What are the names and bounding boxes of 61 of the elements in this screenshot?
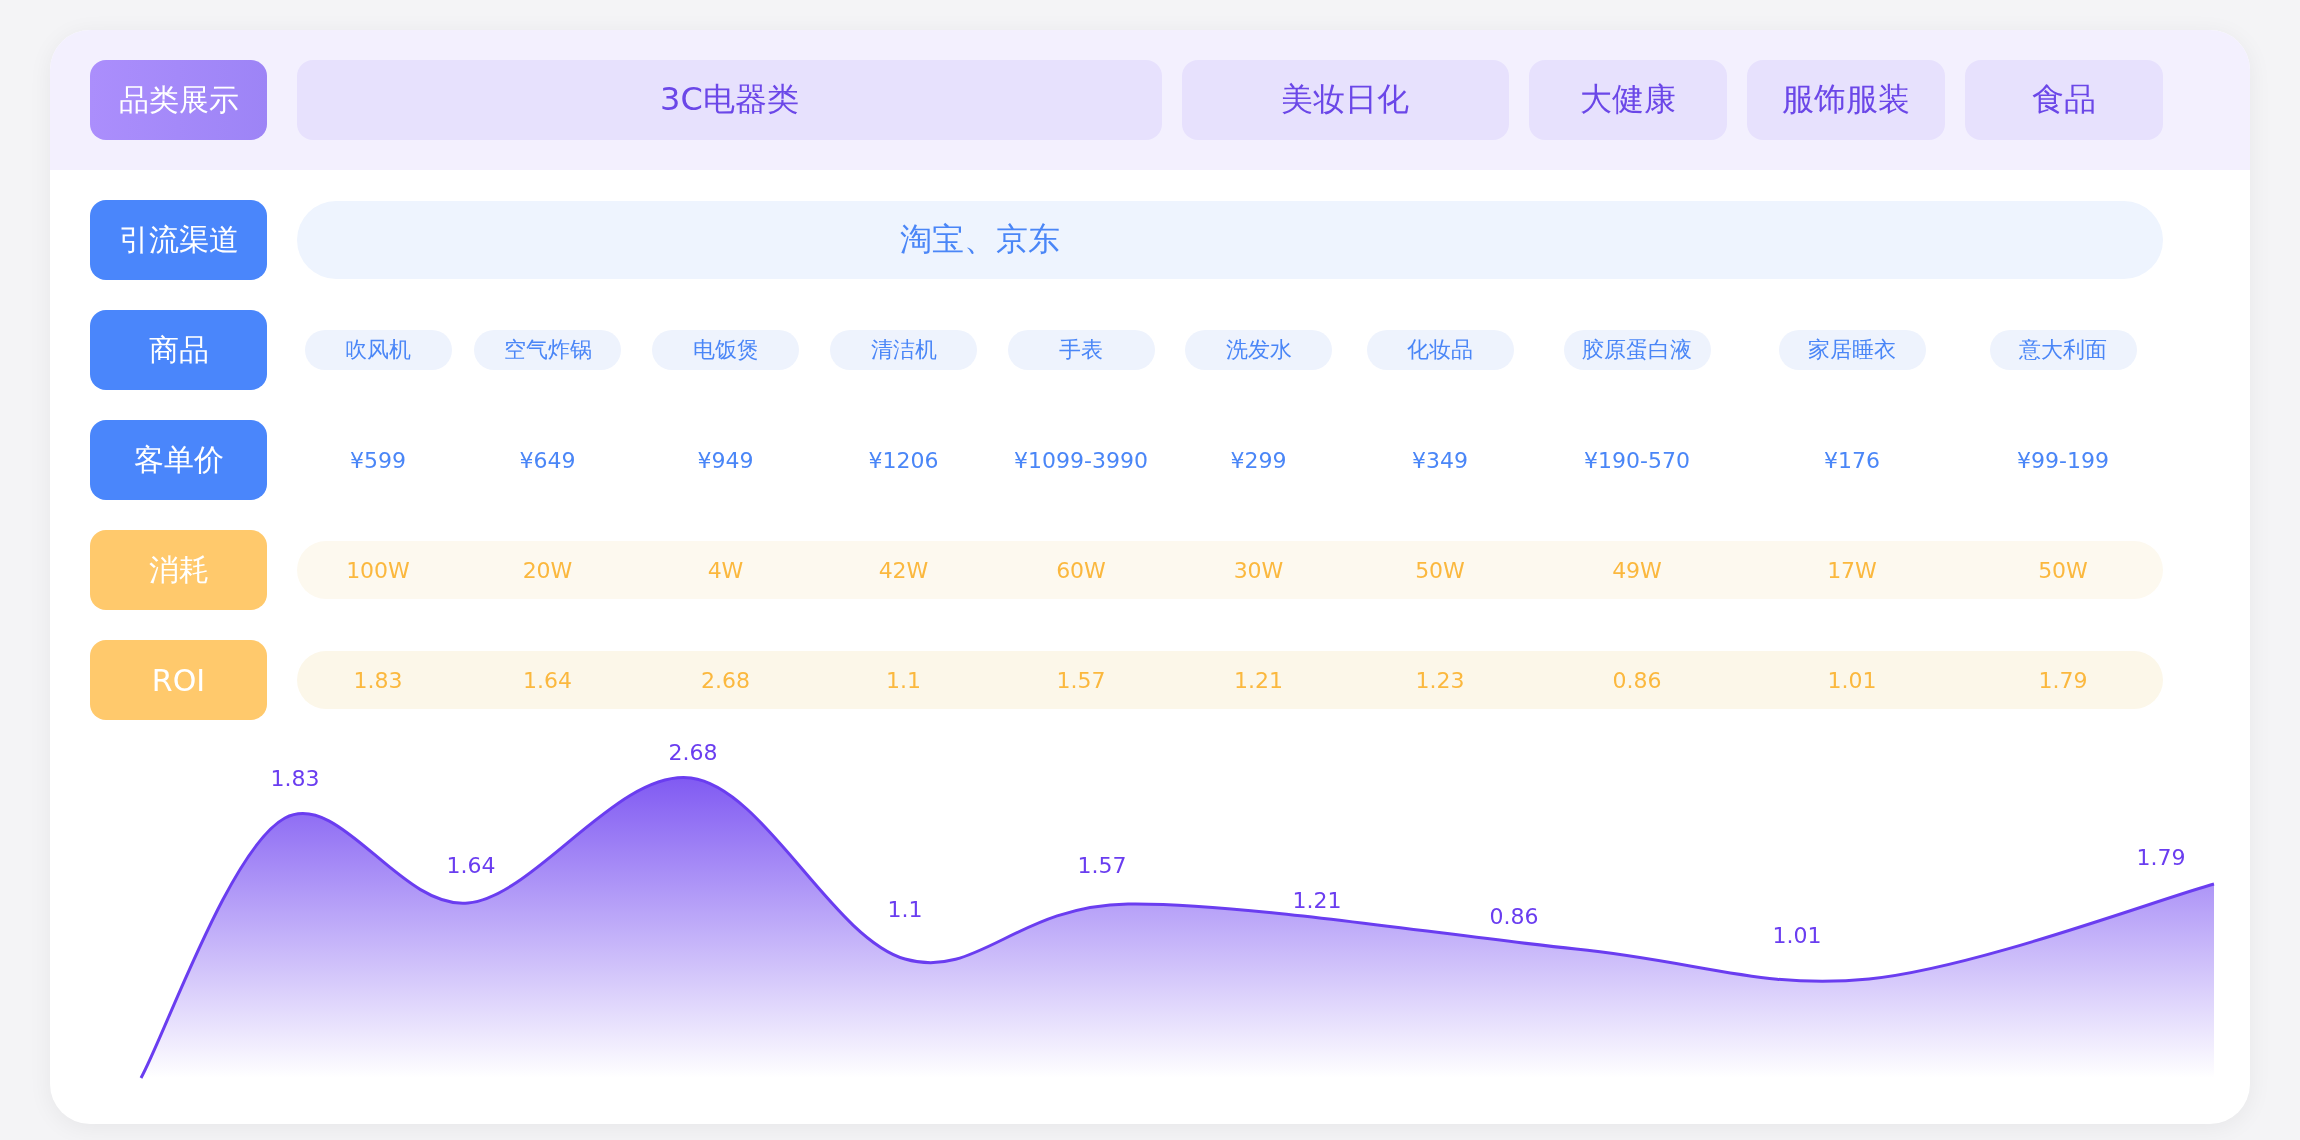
data-label: 2.68 (668, 740, 718, 765)
consumption-value: 4W (707, 557, 744, 583)
data-label: 1.79 (2136, 845, 2186, 870)
price-value: ¥599 (350, 447, 406, 473)
roi-value: 1.79 (2038, 667, 2088, 693)
product-tag: 手表 (1007, 330, 1155, 370)
product-tag: 胶原蛋白液 (1563, 330, 1711, 370)
product-tag: 空气炸锅 (474, 330, 621, 370)
product-tag: 清洁机 (830, 330, 977, 370)
row-label: 品类展示 (90, 60, 267, 140)
product-tag: 吹风机 (304, 330, 452, 370)
consumption-value: 30W (1233, 557, 1284, 583)
price-value: ¥190-570 (1584, 447, 1690, 473)
roi-value: 1.01 (1827, 667, 1877, 693)
data-label: 1.83 (270, 766, 320, 791)
consumption-value: 20W (522, 557, 573, 583)
price-value: ¥176 (1824, 447, 1880, 473)
product-tag: 家居睡衣 (1778, 330, 1926, 370)
category-tag: 食品 (1964, 60, 2163, 140)
consumption-value: 49W (1612, 557, 1662, 583)
price-value: ¥949 (697, 447, 754, 473)
roi-value: 1.23 (1415, 667, 1465, 693)
row-label: 商品 (90, 310, 267, 390)
data-label: 0.86 (1489, 904, 1539, 929)
row-label: 客单价 (90, 420, 267, 500)
roi-value: 1.64 (523, 667, 572, 693)
data-label: 1.21 (1292, 888, 1342, 913)
category-tag: 大健康 (1528, 60, 1727, 140)
consumption-value: 17W (1827, 557, 1877, 583)
data-label: 1.64 (446, 853, 496, 878)
roi-value: 0.86 (1612, 667, 1662, 693)
product-tag: 化妆品 (1366, 330, 1514, 370)
price-value: ¥1099-3990 (1014, 447, 1148, 473)
consumption-value: 42W (878, 557, 929, 583)
price-value: ¥349 (1412, 447, 1468, 473)
price-value: ¥1206 (868, 447, 939, 473)
data-label: 1.01 (1772, 923, 1822, 948)
roi-value: 1.1 (886, 667, 921, 693)
consumption-value: 50W (1415, 557, 1465, 583)
consumption-value: 100W (346, 557, 410, 583)
row-label: 消耗 (90, 530, 267, 610)
roi-value: 1.83 (353, 667, 403, 693)
consumption-value: 50W (2038, 557, 2088, 583)
product-tag: 洗发水 (1185, 330, 1332, 370)
row-label: 引流渠道 (90, 200, 267, 280)
category-tag: 服饰服装 (1746, 60, 1945, 140)
category-tag: 3C电器类 (297, 60, 1162, 140)
channel-banner: 淘宝、京东 (297, 201, 2163, 279)
consumption-value: 60W (1056, 557, 1106, 583)
product-tag: 电饭煲 (652, 330, 799, 370)
roi-value: 1.57 (1056, 667, 1106, 693)
price-value: ¥649 (519, 447, 576, 473)
price-value: ¥99-199 (2017, 447, 2109, 473)
data-label: 1.57 (1077, 853, 1127, 878)
price-value: ¥299 (1230, 447, 1287, 473)
roi-value: 2.68 (701, 667, 750, 693)
data-label: 1.1 (887, 897, 923, 922)
product-tag: 意大利面 (1989, 330, 2137, 370)
category-tag: 美妆日化 (1181, 60, 1509, 140)
row-label: ROI (90, 640, 267, 720)
roi-value: 1.21 (1234, 667, 1283, 693)
